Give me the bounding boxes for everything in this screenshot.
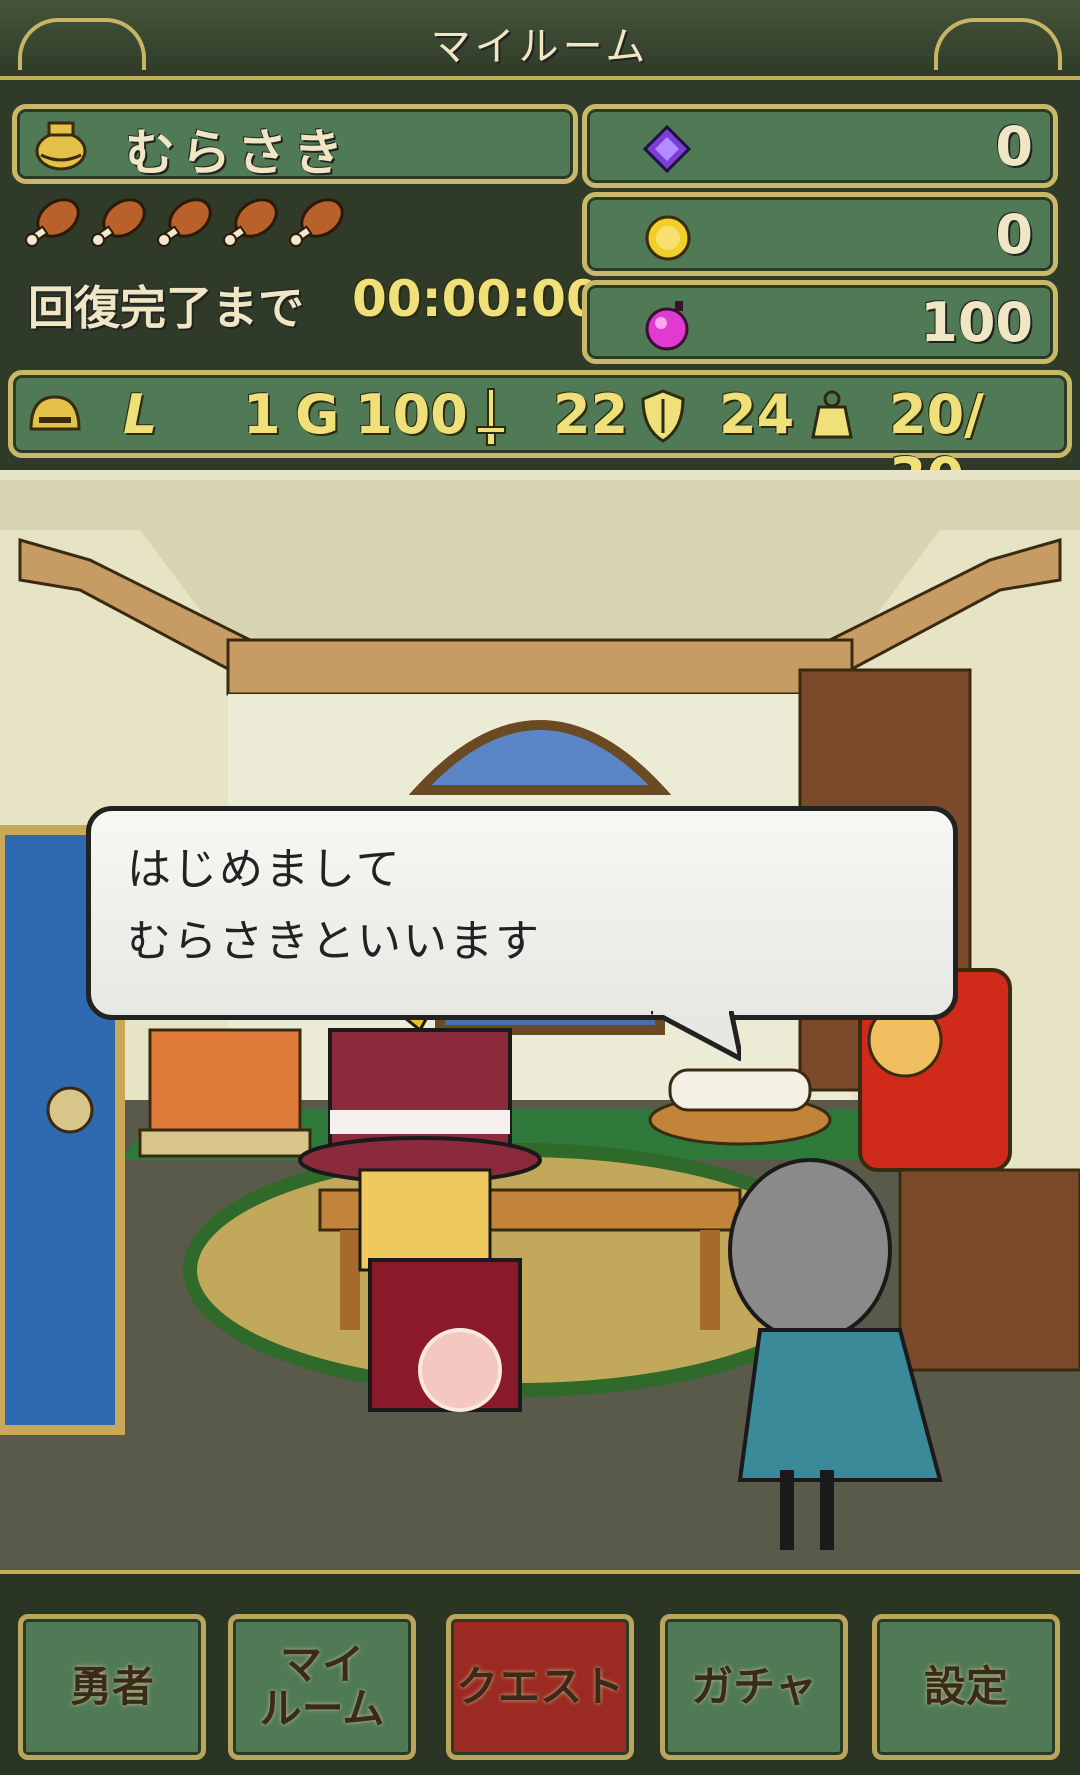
weight-icon	[811, 390, 853, 439]
gold-coin-icon	[645, 215, 691, 261]
shield-icon	[641, 389, 685, 443]
ornament-right-icon	[934, 18, 1062, 70]
nav-quest-label: クエスト	[455, 1662, 624, 1711]
meat-icon	[289, 198, 344, 247]
sword-icon	[476, 388, 506, 446]
level-value: 1	[243, 383, 281, 446]
nav-gacha-label: ガチャ	[691, 1662, 817, 1711]
gold-value: 100	[355, 383, 468, 446]
dialog-bubble[interactable]: はじめまして むらさきといいます	[86, 806, 958, 1061]
title-bar: マイルーム	[0, 0, 1080, 80]
gem-counter: 0	[582, 104, 1058, 188]
meat-icon	[223, 198, 278, 247]
player-name: むらさき	[125, 124, 349, 182]
coin-value: 0	[995, 203, 1033, 266]
page-title: マイルーム	[430, 24, 650, 70]
dialog-line-1: はじめまして	[127, 844, 402, 895]
meat-icon	[91, 198, 146, 247]
attack-value: 22	[553, 383, 629, 446]
nav-myroom-button[interactable]: マイ ルーム	[228, 1614, 416, 1760]
meat-icon	[25, 198, 80, 247]
nav-settings-button[interactable]: 設定	[872, 1614, 1060, 1760]
recovery-label: 回復完了まで	[28, 281, 304, 335]
helmet-icon	[35, 121, 87, 171]
gold-label: G	[295, 383, 340, 446]
potion-counter: 100	[582, 280, 1058, 364]
player-name-panel: むらさき	[12, 104, 578, 184]
nav-quest-button[interactable]: クエスト	[446, 1614, 634, 1760]
potion-value: 100	[920, 291, 1033, 354]
room-illustration	[0, 480, 1080, 1570]
nav-settings-label: 設定	[923, 1662, 1008, 1711]
dialog-line-2: むらさきといいます	[127, 916, 541, 967]
bottom-nav: 勇者 マイ ルーム クエスト ガチャ 設定	[0, 1570, 1080, 1775]
defense-value: 24	[719, 383, 795, 446]
meat-icon	[157, 198, 212, 247]
gem-value: 0	[995, 115, 1033, 178]
level-label: L	[123, 383, 158, 446]
pink-potion-icon	[645, 301, 689, 351]
bubble-tail	[651, 1011, 741, 1061]
nav-gacha-button[interactable]: ガチャ	[660, 1614, 848, 1760]
status-panel: むらさき 回復完了まで 00:00:00 0 0 100 L 1 G 100 2…	[0, 80, 1080, 509]
nav-hero-label: 勇者	[69, 1662, 154, 1711]
stamina-bar	[22, 190, 362, 260]
nav-myroom-label: マイ ルーム	[259, 1640, 385, 1733]
room-scene	[0, 470, 1080, 1570]
nav-hero-button[interactable]: 勇者	[18, 1614, 206, 1760]
recovery-timer: 00:00:00	[352, 270, 601, 328]
purple-gem-icon	[643, 125, 691, 173]
knight-helmet-icon	[29, 395, 81, 431]
stats-row: L 1 G 100 22 24 20/ 30	[8, 370, 1072, 509]
coin-counter: 0	[582, 192, 1058, 276]
